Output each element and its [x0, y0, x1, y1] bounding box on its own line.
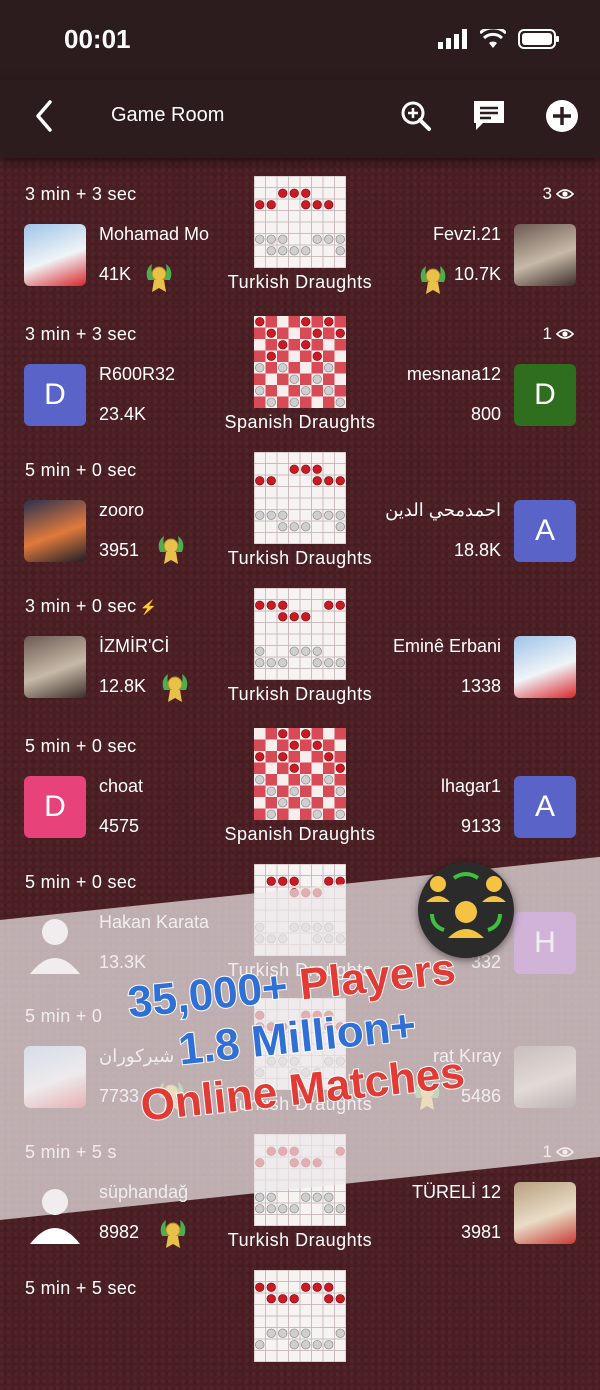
- nav-bar: Game Room: [0, 80, 600, 158]
- game-row[interactable]: 3 min + 3 sec 3 Mohamad Mo Fevzi.21 41K 10.7K…: [0, 160, 600, 296]
- viewer-count: 3: [543, 184, 574, 204]
- time-control-text: 3 min + 3 sec: [25, 324, 137, 344]
- right-player-avatar[interactable]: A: [514, 500, 576, 562]
- left-player-rating: 41K: [99, 264, 132, 284]
- game-row[interactable]: 5 min + 0 sec Azooro احمدمحي الدين 3951 18.8…: [0, 436, 600, 572]
- chat-icon[interactable]: [471, 98, 507, 134]
- board-preview: [254, 176, 346, 268]
- left-player-name: İZMİR'Cİ: [99, 636, 170, 656]
- status-icons: [438, 28, 560, 50]
- game-variant-name: Turkish Draughts: [227, 548, 373, 568]
- left-player-avatar[interactable]: D: [24, 364, 86, 426]
- left-medal-icon: [158, 536, 184, 564]
- left-player-photo[interactable]: [24, 636, 86, 698]
- time-control: 5 min + 0 sec: [25, 872, 136, 893]
- status-bar: 00:01: [0, 0, 600, 80]
- right-player-name: lhagar1: [440, 776, 501, 796]
- left-medal-icon: [162, 674, 188, 702]
- left-medal-icon: [146, 264, 172, 292]
- game-row[interactable]: 5 min + 5 sec: [0, 1254, 600, 1390]
- time-control-text: 5 min + 0 sec: [25, 460, 137, 480]
- left-player-name: Mohamad Mo: [99, 224, 210, 244]
- left-player-rating: 8982: [99, 1222, 140, 1242]
- time-control-text: 5 min + 5 sec: [25, 1278, 137, 1298]
- time-control: 5 min + 0 sec: [25, 736, 136, 757]
- bolt-icon: ⚡: [139, 599, 158, 615]
- right-player-photo[interactable]: [514, 636, 576, 698]
- signal-icon: [438, 29, 467, 49]
- time-control-text: 5 min + 0 sec: [25, 736, 137, 756]
- right-player-name: TÜRELİ 12: [411, 1182, 501, 1202]
- right-player-avatar[interactable]: A: [514, 776, 576, 838]
- time-control: 5 min + 0 sec: [25, 460, 136, 481]
- zoom-in-icon[interactable]: [398, 98, 434, 134]
- time-control-text: 5 min + 0 sec: [25, 872, 137, 892]
- time-control: 3 min + 3 sec: [25, 324, 136, 345]
- left-player-name: choat: [99, 776, 144, 796]
- battery-icon: [518, 29, 559, 49]
- right-player-rating: 9133: [460, 816, 501, 836]
- time-control: 5 min + 5 sec: [25, 1278, 136, 1299]
- left-player-rating: 12.8K: [99, 676, 147, 696]
- page-title: Game Room: [111, 104, 225, 126]
- left-player-rating: 23.4K: [99, 404, 147, 424]
- left-player-name: zooro: [99, 500, 145, 520]
- game-variant-name: Spanish Draughts: [224, 824, 376, 844]
- right-player-name: احمدمحي الدين: [385, 500, 501, 520]
- eye-icon: [556, 329, 574, 339]
- board-preview: [254, 1270, 346, 1362]
- left-player-name: R600R32: [99, 364, 176, 384]
- game-row[interactable]: 3 min + 3 sec 1 D D R600R32 mesnana12 23.4K 800…: [0, 300, 600, 436]
- board-preview: [254, 452, 346, 544]
- game-variant-name: Turkish Draughts: [227, 272, 373, 292]
- right-player-avatar[interactable]: D: [514, 364, 576, 426]
- wifi-icon: [480, 29, 506, 48]
- avatar-initial: D: [534, 378, 556, 411]
- right-player-rating: 10.7K: [453, 264, 501, 284]
- board-preview: [254, 728, 346, 820]
- avatar-initial: A: [534, 514, 555, 547]
- game-variant-name: Turkish Draughts: [227, 1230, 373, 1250]
- left-player-rating: 3951: [99, 540, 140, 560]
- left-player-photo[interactable]: [24, 500, 86, 562]
- right-player-rating: 3981: [460, 1222, 501, 1242]
- game-row[interactable]: 5 min + 0 sec D Achoat lhagar1 4575 9133 Spani…: [0, 712, 600, 848]
- time-control-text: 3 min + 3 sec: [25, 184, 137, 204]
- board-preview: [254, 316, 346, 408]
- left-player-photo[interactable]: [24, 224, 86, 286]
- right-player-name: Fevzi.21: [432, 224, 501, 244]
- status-time: 00:01: [64, 24, 131, 54]
- viewer-count-text: 3: [542, 184, 552, 203]
- board-preview: [254, 588, 346, 680]
- game-variant-name: Spanish Draughts: [224, 412, 376, 432]
- viewer-count: 1: [543, 324, 574, 344]
- time-control: 3 min + 0 sec ⚡: [25, 596, 157, 617]
- eye-icon: [556, 189, 574, 199]
- avatar-initial: D: [44, 790, 66, 823]
- avatar-initial: A: [534, 790, 555, 823]
- time-control: 3 min + 3 sec: [25, 184, 136, 205]
- game-row[interactable]: 3 min + 0 sec ⚡ İZMİR'Cİ Eminê Erbani 12.8K 1…: [0, 572, 600, 708]
- right-player-rating: 18.8K: [453, 540, 501, 560]
- avatar-initial: D: [44, 378, 66, 411]
- right-player-photo[interactable]: [514, 1182, 576, 1244]
- left-medal-icon: [160, 1220, 186, 1248]
- right-medal-icon: [420, 266, 446, 294]
- right-player-name: Eminê Erbani: [392, 636, 501, 656]
- time-control-text: 3 min + 0 sec: [25, 596, 137, 616]
- add-game-icon[interactable]: [544, 98, 580, 134]
- left-player-avatar[interactable]: D: [24, 776, 86, 838]
- right-player-name: mesnana12: [406, 364, 501, 384]
- back-button[interactable]: [30, 98, 60, 134]
- right-player-photo[interactable]: [514, 224, 576, 286]
- left-player-rating: 4575: [99, 816, 140, 836]
- right-player-rating: 1338: [460, 676, 501, 696]
- viewer-count-text: 1: [542, 324, 552, 343]
- game-variant-name: Turkish Draughts: [227, 684, 373, 704]
- right-player-rating: 800: [470, 404, 501, 424]
